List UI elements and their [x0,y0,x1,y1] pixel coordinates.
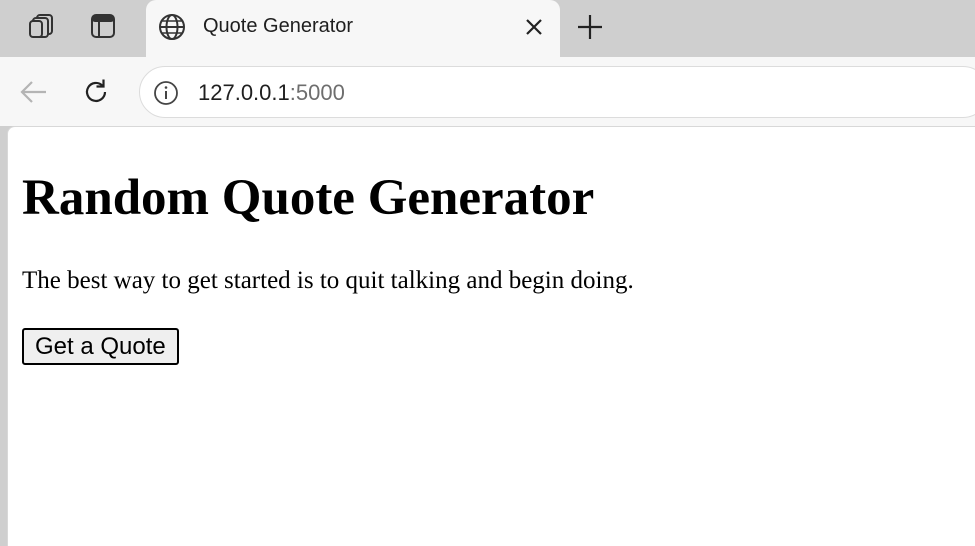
close-icon[interactable] [522,15,546,39]
tab-quote-generator[interactable]: Quote Generator [146,0,560,57]
vertical-tabs-button[interactable] [87,10,119,42]
info-icon[interactable] [152,79,180,107]
workspaces-icon [29,14,53,38]
tab-title: Quote Generator [203,15,354,37]
reload-button[interactable] [78,74,114,110]
back-button[interactable] [16,74,52,110]
tab-strip: Quote Generator [0,0,975,57]
address-bar[interactable]: 127.0.0.1:5000 [139,66,975,118]
browser-toolbar: 127.0.0.1:5000 [0,57,975,126]
workspaces-button[interactable] [26,10,58,42]
quote-text: The best way to get started is to quit t… [22,267,634,294]
vertical-tabs-icon [91,14,115,38]
plus-icon[interactable] [574,11,606,43]
url-port: :5000 [289,80,345,105]
page-viewport: Random Quote Generator The best way to g… [7,126,975,546]
get-quote-button[interactable]: Get a Quote [22,328,179,365]
globe-icon [159,14,185,40]
page-title: Random Quote Generator [22,170,595,226]
browser-window: Quote Generator 127.0.0.1:5000 Random Qu… [0,0,975,546]
url-text[interactable]: 127.0.0.1:5000 [198,80,345,106]
back-arrow-icon [20,81,46,103]
url-host: 127.0.0.1 [198,80,290,105]
reload-icon [85,79,107,102]
